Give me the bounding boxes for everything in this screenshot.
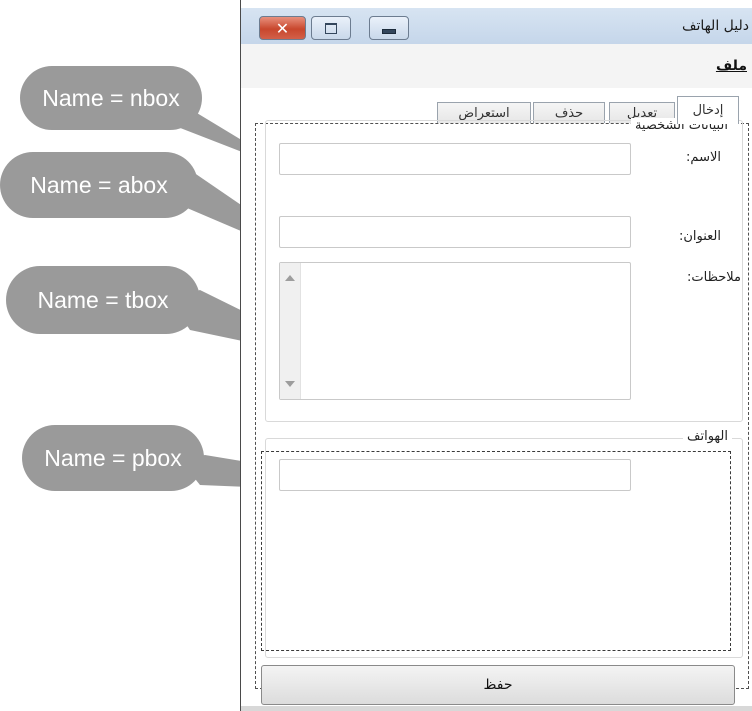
menu-file[interactable]: ملف [716, 58, 747, 74]
address-label: العنوان: [678, 229, 721, 244]
window-bottom-edge [241, 706, 752, 711]
window-title: دليل الهاتف [681, 18, 749, 34]
callout-nbox: Name = nbox [20, 66, 202, 130]
name-input-nbox[interactable] [279, 143, 631, 175]
title-bar: ✕ دليل الهاتف [241, 8, 752, 44]
maximize-icon [325, 22, 337, 34]
notes-scrollbar[interactable] [280, 263, 301, 399]
notes-label: ملاحظات: [687, 270, 741, 285]
name-label: الاسم: [686, 150, 721, 165]
close-icon: ✕ [275, 18, 290, 38]
address-input-abox[interactable] [279, 216, 631, 248]
callout-abox: Name = abox [0, 152, 198, 218]
close-button[interactable]: ✕ [259, 16, 306, 40]
menu-bar: ملف [241, 44, 752, 88]
minimize-button[interactable] [369, 16, 409, 40]
scroll-up-icon[interactable] [285, 275, 295, 281]
callout-pbox: Name = pbox [22, 425, 204, 491]
maximize-button[interactable] [311, 16, 351, 40]
tab-insert[interactable]: إدخال [677, 96, 739, 124]
save-button[interactable]: حفظ [261, 665, 735, 705]
phones-group-title: الهواتف [683, 429, 732, 444]
app-window: ✕ دليل الهاتف ملف إدخال تعديل حذف استعرا… [240, 0, 752, 711]
scroll-down-icon[interactable] [285, 381, 295, 387]
minimize-icon [382, 28, 396, 34]
phone-input-pbox[interactable] [279, 459, 631, 491]
callout-tbox: Name = tbox [6, 266, 200, 334]
notes-textarea-tbox[interactable] [279, 262, 631, 400]
